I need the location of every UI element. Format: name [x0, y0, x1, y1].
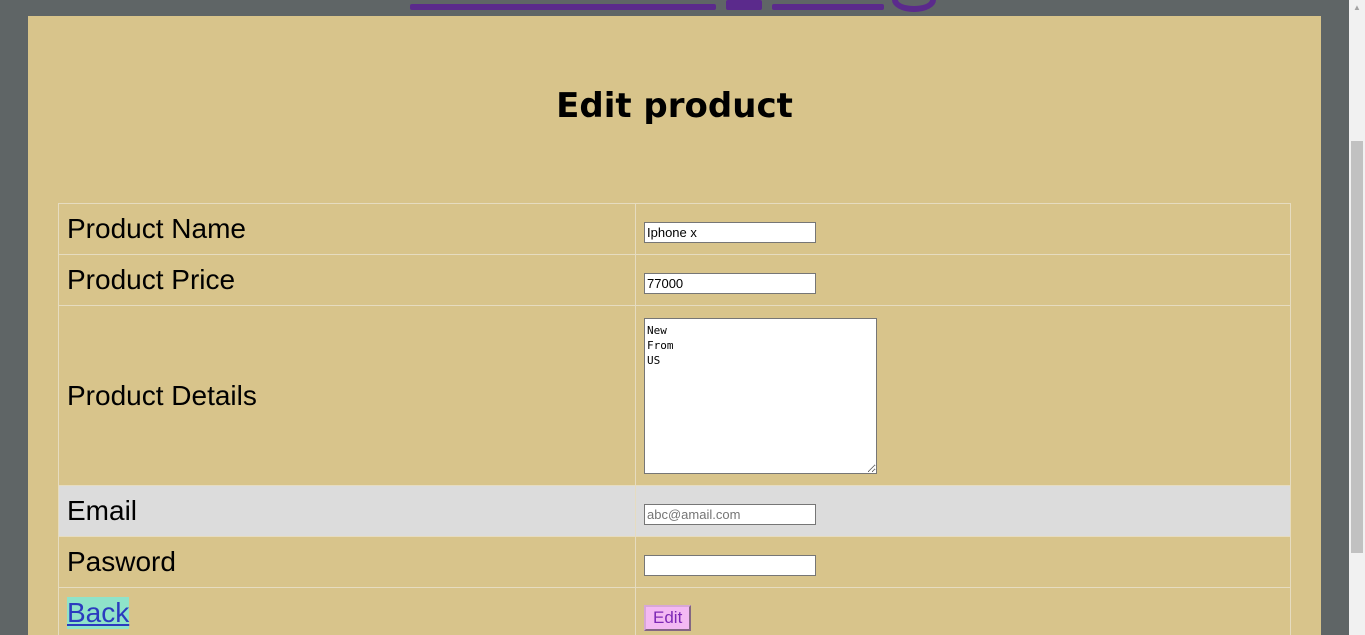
product-name-label: Product Name [67, 213, 246, 244]
product-name-input-cell [635, 203, 1291, 255]
product-price-row: Product Price [58, 254, 1291, 306]
back-link-cell: Back [58, 587, 636, 635]
product-price-label: Product Price [67, 264, 236, 295]
product-price-input[interactable] [644, 272, 816, 294]
vertical-scrollbar[interactable]: ▲ [1349, 0, 1365, 635]
back-link[interactable]: Back [67, 597, 130, 629]
page-title: Edit product [556, 86, 793, 126]
password-field[interactable] [644, 554, 816, 576]
product-details-input-cell: New From US [635, 305, 1291, 486]
email-label: Email [67, 495, 138, 526]
product-details-row: Product Details New From US [58, 305, 1291, 486]
banner-logo-stroke [726, 0, 762, 10]
banner-logo-stroke [892, 0, 936, 12]
product-details-label: Product Details [67, 379, 257, 411]
banner-logo-stroke [772, 4, 884, 10]
password-input-cell [635, 536, 1291, 588]
edit-button-cell: Edit [635, 587, 1291, 635]
product-details-textarea[interactable]: New From US [644, 317, 877, 474]
product-details-label-cell: Product Details [58, 305, 636, 486]
edit-button[interactable]: Edit [644, 605, 692, 631]
password-label: Pasword [67, 546, 176, 577]
product-name-label-cell: Product Name [58, 203, 636, 255]
product-price-label-cell: Product Price [58, 254, 636, 306]
scrollbar-thumb[interactable] [1351, 141, 1363, 553]
product-name-input[interactable] [644, 221, 816, 243]
actions-row: Back Edit [58, 587, 1291, 635]
password-row: Pasword [58, 536, 1291, 588]
email-label-cell: Email [58, 485, 636, 537]
product-name-row: Product Name [58, 203, 1291, 255]
product-price-input-cell [635, 254, 1291, 306]
email-input-cell [635, 485, 1291, 537]
email-row: Email [58, 485, 1291, 537]
scroll-up-arrow-icon[interactable]: ▲ [1349, 0, 1365, 16]
email-field[interactable] [644, 503, 816, 525]
page-container: Edit product Product Name Product Price … [28, 16, 1321, 635]
edit-product-form: Product Name Product Price Product Detai… [58, 203, 1291, 635]
banner-logo-stroke [410, 4, 716, 10]
password-label-cell: Pasword [58, 536, 636, 588]
site-banner-logo [0, 0, 1349, 16]
